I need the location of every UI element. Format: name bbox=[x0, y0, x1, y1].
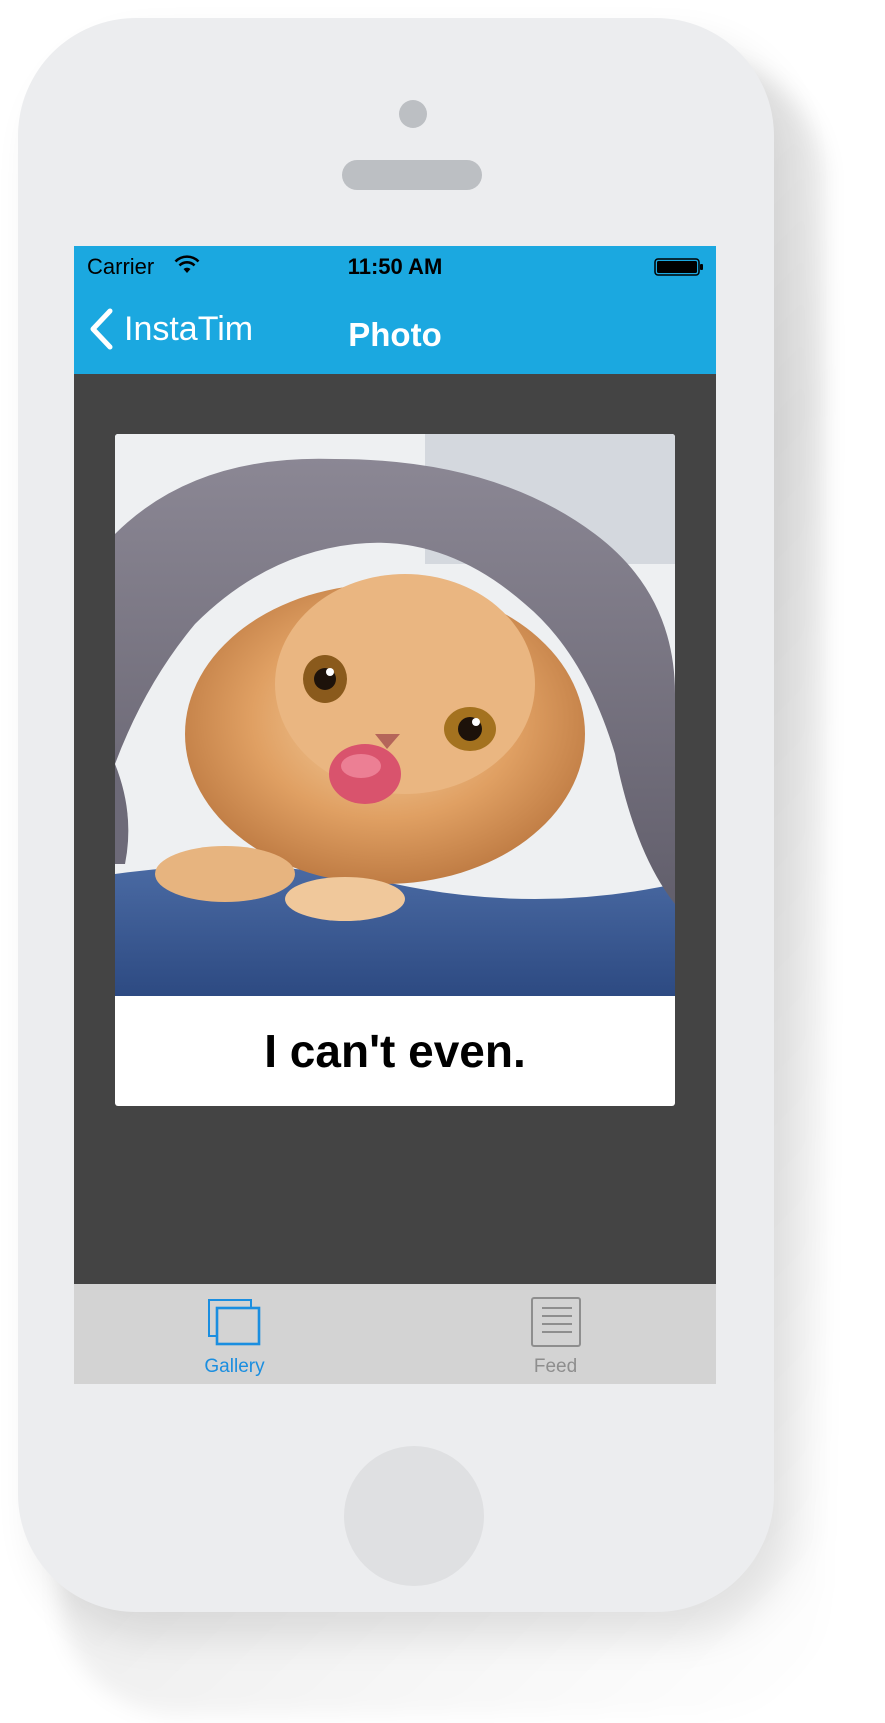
earpiece-speaker bbox=[342, 160, 482, 190]
page-title: Photo bbox=[348, 316, 442, 353]
device-mockup: Carrier 11:50 AM InstaTim Photo I can't … bbox=[0, 0, 885, 1723]
cat-photo[interactable] bbox=[115, 434, 675, 996]
tab-feed-label: Feed bbox=[533, 1356, 578, 1377]
front-camera bbox=[399, 100, 427, 128]
tab-feed[interactable]: Feed bbox=[395, 1284, 716, 1384]
clock: 11:50 AM bbox=[347, 254, 443, 279]
gallery-icon bbox=[208, 1299, 261, 1346]
status-bar: Carrier 11:50 AM bbox=[74, 246, 716, 286]
photo-card: I can't even. bbox=[115, 434, 675, 1106]
battery-icon bbox=[654, 258, 703, 276]
cat-photo-illustration bbox=[115, 434, 675, 996]
feed-icon bbox=[531, 1297, 581, 1347]
home-button[interactable] bbox=[344, 1446, 484, 1586]
tab-bar: Gallery Feed bbox=[74, 1284, 716, 1384]
tab-gallery[interactable]: Gallery bbox=[74, 1284, 395, 1384]
navigation-bar: InstaTim Photo bbox=[74, 286, 716, 374]
app-screen: Carrier 11:50 AM InstaTim Photo I can't … bbox=[74, 246, 716, 1384]
photo-caption: I can't even. bbox=[264, 1025, 526, 1077]
tab-gallery-label: Gallery bbox=[204, 1356, 265, 1377]
